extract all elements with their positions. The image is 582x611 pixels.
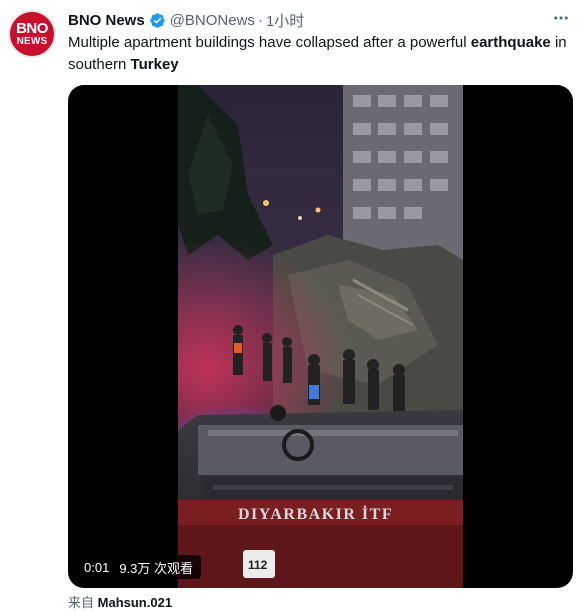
verified-badge-icon xyxy=(149,12,166,29)
source-prefix: 来自 xyxy=(68,595,95,610)
tweet-timestamp[interactable]: 1小时 xyxy=(266,10,304,31)
avatar-logo-line2: NEWS xyxy=(16,35,48,47)
more-options-icon[interactable] xyxy=(550,8,572,28)
truck-plate: 112 xyxy=(248,558,268,572)
video-view-count: 9.3万 次观看 xyxy=(119,560,193,576)
truck-lettering: DIYARBAKIR İTF xyxy=(238,504,393,523)
header-separator: · xyxy=(257,11,263,29)
author-handle[interactable]: @BNONews xyxy=(170,12,255,29)
video-frame[interactable]: DIYARBAKIR İTF 112 xyxy=(178,85,463,588)
tweet-text-segment: Multiple apartment buildings have collap… xyxy=(68,34,471,51)
source-account-link[interactable]: Mahsun.021 xyxy=(98,595,172,610)
hashtag-earthquake[interactable]: earthquake xyxy=(471,34,551,51)
avatar-logo-line1: BNO xyxy=(16,19,48,37)
author-name[interactable]: BNO News xyxy=(68,12,145,29)
video-timestamp: 0:01 xyxy=(84,559,110,575)
video-player[interactable]: DIYARBAKIR İTF 112 0:01 9.3万 次观看 xyxy=(68,85,573,588)
tweet-text: Multiple apartment buildings have collap… xyxy=(68,32,573,76)
tweet-header: BNO News @BNONews · 1小时 xyxy=(68,10,304,30)
video-stats-badge: 0:01 9.3万 次观看 xyxy=(76,555,201,579)
avatar[interactable]: BNO NEWS xyxy=(8,10,56,58)
tweet[interactable]: BNO NEWS BNO News @BNONews · 1小时 Multipl… xyxy=(0,0,582,610)
video-source: 来自 Mahsun.021 xyxy=(68,592,172,611)
hashtag-turkey[interactable]: Turkey xyxy=(131,56,179,73)
